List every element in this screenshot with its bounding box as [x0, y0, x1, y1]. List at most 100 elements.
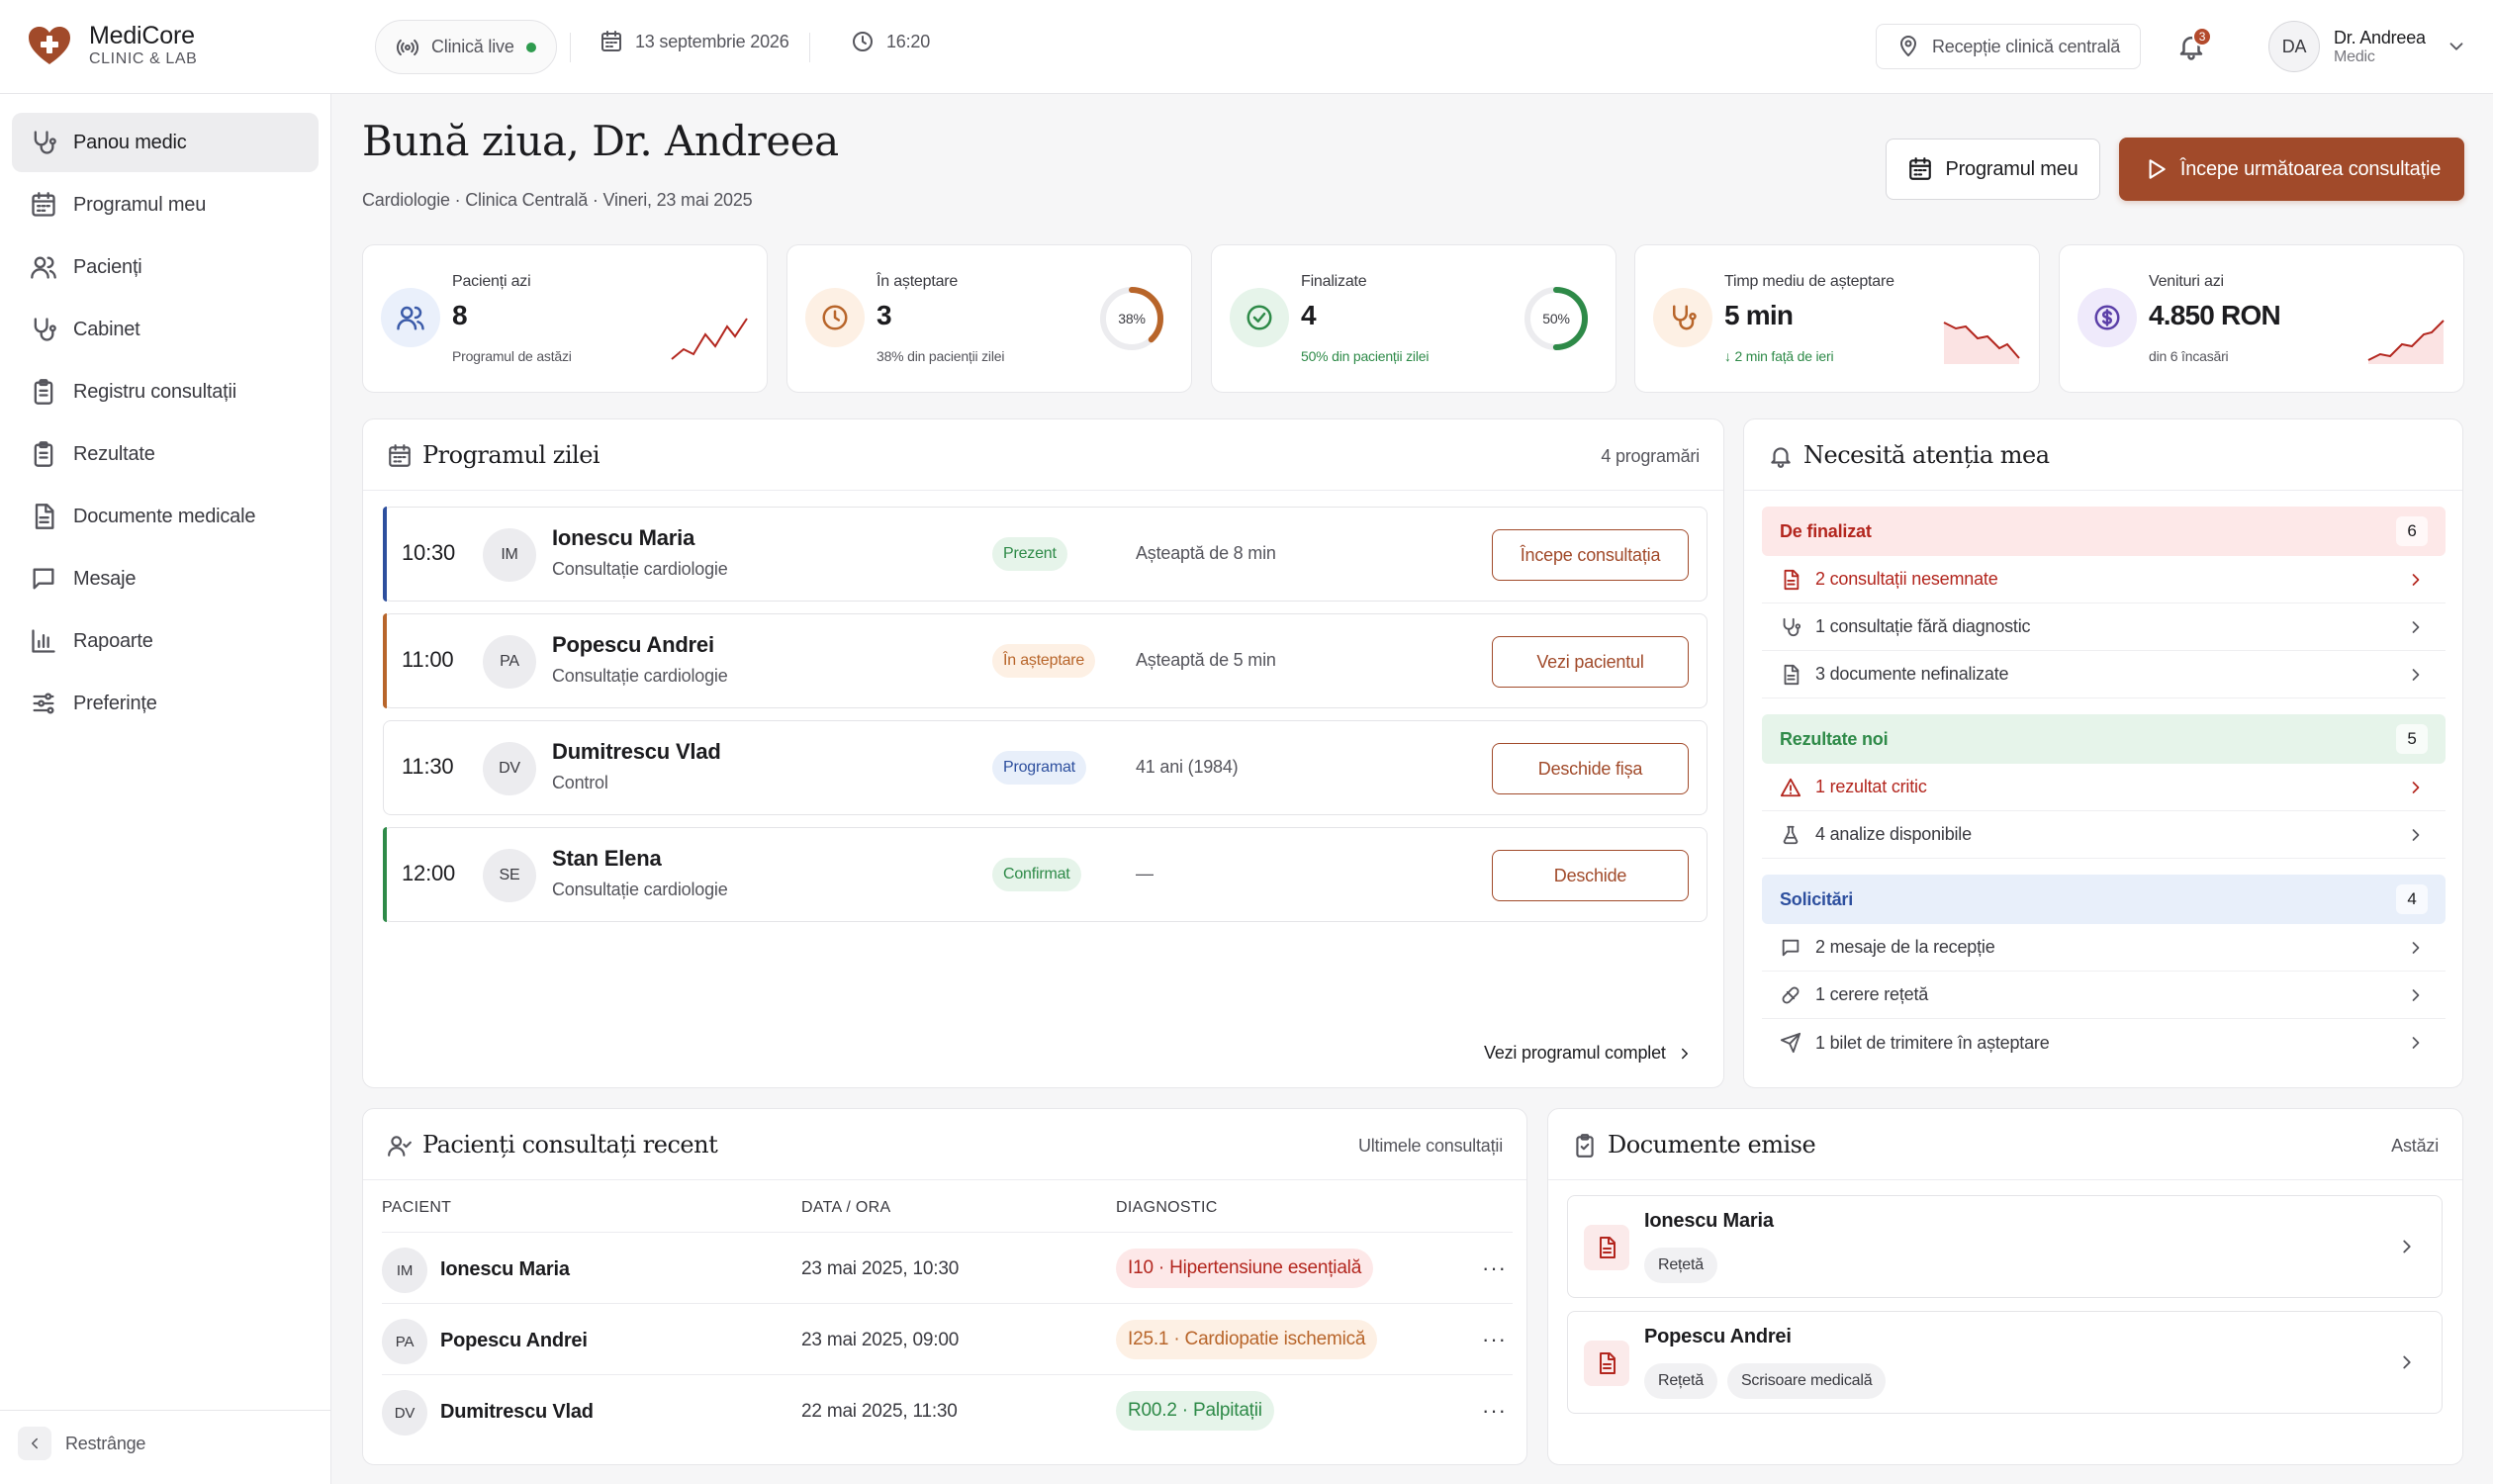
attention-item[interactable]: 1 bilet de trimitere în așteptare: [1762, 1019, 2446, 1067]
kpi-note: din 6 încasări: [2149, 348, 2229, 364]
view-patient-button[interactable]: Vezi pacientul: [1492, 636, 1689, 688]
attention-panel: Necesită atenția mea De finalizat 6 2 co…: [1743, 418, 2463, 1088]
patient-name[interactable]: Dumitrescu Vlad: [552, 739, 721, 765]
open-chart-button[interactable]: Deschide fișa: [1492, 743, 1689, 794]
table-row[interactable]: PA Popescu Andrei 23 mai 2025, 09:00 I25…: [382, 1303, 1513, 1374]
avatar: DV: [382, 1390, 427, 1436]
calendar-icon: [1909, 157, 1932, 180]
attention-item[interactable]: 1 cerere rețetă: [1762, 972, 2446, 1019]
panel-filter-label[interactable]: Astăzi: [2391, 1136, 2439, 1157]
attention-group-header[interactable]: De finalizat 6: [1762, 507, 2446, 556]
user-menu[interactable]: DA Dr. Andreea Medic: [2268, 21, 2467, 72]
location-selector[interactable]: Recepție clinică centrală: [1876, 24, 2142, 69]
sidebar-item-programul-meu[interactable]: Programul meu: [12, 175, 319, 234]
appointment-time: 11:30: [402, 754, 454, 779]
document-icon: [1784, 569, 1800, 590]
document-item[interactable]: Popescu Andrei Rețetă Scrisoare medicală: [1567, 1311, 2443, 1414]
sidebar-item-label: Registru consultații: [73, 380, 236, 403]
medicore-logo-icon: [29, 27, 70, 64]
sidebar-item-preferinte[interactable]: Preferințe: [12, 674, 319, 733]
kpi-average-wait[interactable]: Timp mediu de așteptare 5 min ↓ 2 min fa…: [1634, 244, 2040, 393]
attention-group-header[interactable]: Rezultate noi 5: [1762, 714, 2446, 764]
document-item[interactable]: Ionescu Maria Rețetă: [1567, 1195, 2443, 1298]
view-full-schedule-link[interactable]: Vezi programul complet: [1484, 1043, 1694, 1064]
kpi-revenue[interactable]: Venituri azi 4.850 RON din 6 încasări: [2059, 244, 2464, 393]
flask-icon: [1783, 825, 1799, 844]
sidebar-item-label: Preferințe: [73, 692, 157, 714]
progress-ring-label: 38%: [1118, 311, 1146, 326]
panel-header: Programul zilei 4 programări: [363, 419, 1723, 491]
attention-item[interactable]: 2 consultații nesemnate: [1762, 556, 2446, 603]
kpi-waiting[interactable]: În așteptare 3 38% din pacienții zilei 3…: [786, 244, 1192, 393]
sidebar-item-label: Panou medic: [73, 131, 187, 153]
attention-item[interactable]: 3 documente nefinalizate: [1762, 651, 2446, 698]
appointment-time: 12:00: [402, 861, 456, 885]
group-count: 4: [2396, 884, 2428, 914]
more-options-icon[interactable]: ···: [1482, 1255, 1507, 1281]
patient-name[interactable]: Popescu Andrei: [440, 1330, 588, 1352]
chevron-right-icon: [2412, 669, 2420, 681]
attention-item[interactable]: 4 analize disponibile: [1762, 811, 2446, 859]
open-button[interactable]: Deschide: [1492, 850, 1689, 901]
trend-sparkline: [2367, 320, 2445, 364]
user-role: Medic: [2334, 47, 2375, 65]
patient-name[interactable]: Dumitrescu Vlad: [440, 1401, 594, 1424]
appointment-row[interactable]: 12:00 SE Stan Elena Consultație cardiolo…: [383, 827, 1708, 922]
patient-name[interactable]: Popescu Andrei: [552, 632, 714, 658]
table-row[interactable]: IM Ionescu Maria 23 mai 2025, 10:30 I10 …: [382, 1232, 1513, 1303]
sidebar-item-rezultate[interactable]: Rezultate: [12, 424, 319, 484]
sidebar-item-cabinet[interactable]: Cabinet: [12, 300, 319, 359]
appointment-row[interactable]: 11:30 DV Dumitrescu Vlad Control Program…: [383, 720, 1708, 815]
sidebar-item-label: Cabinet: [73, 318, 140, 340]
table-row[interactable]: DV Dumitrescu Vlad 22 mai 2025, 11:30 R0…: [382, 1374, 1513, 1445]
brand-name: MediCore: [89, 22, 195, 49]
attention-group-new-results: Rezultate noi 5 1 rezultat critic 4 anal…: [1762, 714, 2446, 859]
appointment-time: 10:30: [402, 540, 456, 565]
collapse-sidebar-button[interactable]: Restrânge: [18, 1427, 145, 1460]
schedule-panel: Programul zilei 4 programări 10:30 IM Io…: [362, 418, 1724, 1088]
sidebar-item-registru-consultatii[interactable]: Registru consultații: [12, 362, 319, 421]
kpi-completed[interactable]: Finalizate 4 50% din pacienții zilei 50%: [1211, 244, 1616, 393]
chevron-right-icon: [2412, 989, 2420, 1001]
attention-item[interactable]: 1 rezultat critic: [1762, 764, 2446, 811]
patient-name[interactable]: Ionescu Maria: [552, 525, 694, 551]
panel-filter-label[interactable]: Ultimele consultații: [1358, 1136, 1503, 1157]
appointment-type: Consultație cardiologie: [552, 666, 728, 686]
clinic-live-status[interactable]: Clinică live: [375, 20, 557, 74]
sidebar-item-rapoarte[interactable]: Rapoarte: [12, 611, 319, 671]
pill-icon: [1782, 986, 1800, 1003]
my-schedule-button[interactable]: Programul meu: [1886, 139, 2100, 200]
avatar: DV: [483, 742, 536, 795]
consultation-date: 22 mai 2025, 11:30: [801, 1401, 958, 1422]
patient-name[interactable]: Stan Elena: [552, 846, 662, 872]
sidebar-item-label: Pacienți: [73, 255, 142, 278]
sidebar-item-panou-medic[interactable]: Panou medic: [12, 113, 319, 172]
sidebar-item-documente-medicale[interactable]: Documente medicale: [12, 487, 319, 546]
status-badge: În așteptare: [992, 644, 1096, 678]
patient-name[interactable]: Ionescu Maria: [440, 1258, 570, 1281]
file-icon: [1584, 1225, 1629, 1270]
more-options-icon[interactable]: ···: [1482, 1327, 1507, 1352]
current-time: 16:20: [851, 30, 930, 53]
send-icon: [1780, 1032, 1801, 1054]
attention-item[interactable]: 2 mesaje de la recepție: [1762, 924, 2446, 972]
kpi-note: 38% din pacienții zilei: [877, 348, 1005, 364]
attention-group-header[interactable]: Solicitări 4: [1762, 875, 2446, 924]
start-next-consultation-button[interactable]: Începe următoarea consultație: [2119, 138, 2464, 201]
panel-title: Documente emise: [1608, 1131, 1816, 1159]
kpi-patients-today[interactable]: Pacienți azi 8 Programul de astăzi: [362, 244, 768, 393]
status-badge: Prezent: [992, 537, 1067, 571]
attention-group-to-finalize: De finalizat 6 2 consultații nesemnate 1…: [1762, 507, 2446, 698]
start-consultation-button[interactable]: Începe consultația: [1492, 529, 1689, 581]
brand[interactable]: MediCore CLINIC & LAB: [26, 22, 197, 69]
attention-item[interactable]: 1 consultație fără diagnostic: [1762, 603, 2446, 651]
sidebar-item-pacienti[interactable]: Pacienți: [12, 237, 319, 297]
appointment-row[interactable]: 10:30 IM Ionescu Maria Consultație cardi…: [383, 507, 1708, 602]
appointment-row[interactable]: 11:00 PA Popescu Andrei Consultație card…: [383, 613, 1708, 708]
calendar-icon: [389, 444, 411, 467]
user-name: Dr. Andreea: [2334, 27, 2426, 47]
appointment-info: 41 ani (1984): [1136, 757, 1239, 777]
sidebar-item-mesaje[interactable]: Mesaje: [12, 549, 319, 608]
more-options-icon[interactable]: ···: [1482, 1398, 1507, 1424]
stethoscope-icon: [34, 131, 56, 154]
